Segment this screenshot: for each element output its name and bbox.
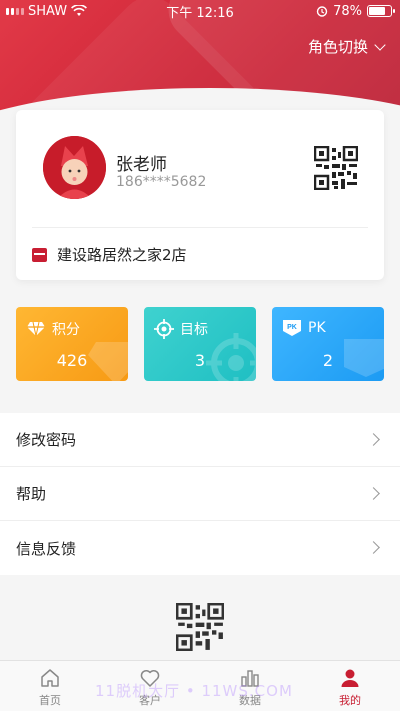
menu-item-change-password[interactable]: 修改密码 xyxy=(0,413,400,467)
bar-chart-icon xyxy=(241,670,259,687)
pk-card[interactable]: PK PK 2 xyxy=(272,307,384,381)
alarm-icon xyxy=(316,6,328,17)
tab-label: 我的 xyxy=(339,694,361,707)
goal-value: 3 xyxy=(194,351,206,370)
points-label: 积分 xyxy=(52,322,80,338)
menu-item-label: 修改密码 xyxy=(16,431,77,449)
tab-label: 客户 xyxy=(139,694,161,707)
svg-text:PK: PK xyxy=(287,324,297,331)
pk-icon: PK xyxy=(283,320,301,336)
tab-home[interactable]: 首页 xyxy=(0,661,100,711)
tab-mine[interactable]: 我的 xyxy=(300,661,400,711)
qr-code-icon[interactable] xyxy=(314,146,358,190)
store-name: 建设路居然之家2店 xyxy=(57,246,187,264)
role-switch-button[interactable]: 角色切换 xyxy=(307,36,386,57)
battery-percent: 78% xyxy=(333,3,362,19)
points-value: 426 xyxy=(56,351,88,370)
tab-label: 数据 xyxy=(239,694,261,707)
goal-label: 目标 xyxy=(180,322,208,338)
store-info: 建设路居然之家2店 xyxy=(32,244,187,265)
chevron-right-icon xyxy=(367,433,380,446)
qr-code-icon[interactable] xyxy=(176,603,224,651)
tab-bar: 首页 客户 数据 我的 xyxy=(0,660,400,711)
pk-label: PK xyxy=(308,320,326,336)
avatar[interactable] xyxy=(43,136,106,199)
tab-label: 首页 xyxy=(39,694,61,707)
menu-item-label: 帮助 xyxy=(16,485,47,503)
profile-card: 张老师 186****5682 建设路居然之家2店 xyxy=(16,110,384,280)
chevron-down-icon xyxy=(374,38,386,51)
home-icon xyxy=(41,669,59,687)
tab-customers[interactable]: 客户 xyxy=(100,661,200,711)
heart-icon xyxy=(140,670,160,687)
menu-item-label: 信息反馈 xyxy=(16,539,77,558)
points-card[interactable]: 积分 426 xyxy=(16,307,128,381)
avatar-illustration xyxy=(43,136,106,199)
chevron-right-icon xyxy=(367,541,380,554)
user-phone: 186****5682 xyxy=(116,174,207,190)
battery-icon xyxy=(367,5,395,17)
card-divider xyxy=(32,227,368,228)
goal-card[interactable]: 目标 3 xyxy=(144,307,256,381)
tab-data[interactable]: 数据 xyxy=(200,661,300,711)
menu-item-feedback[interactable]: 信息反馈 xyxy=(0,521,400,575)
store-icon xyxy=(32,247,47,262)
settings-menu: 修改密码 帮助 信息反馈 xyxy=(0,413,400,575)
chevron-right-icon xyxy=(367,487,380,500)
user-icon xyxy=(341,669,359,687)
status-bar: SHAW 下午 12:16 78% xyxy=(0,0,400,22)
diamond-icon xyxy=(27,321,45,337)
menu-item-help[interactable]: 帮助 xyxy=(0,467,400,521)
role-switch-label: 角色切换 xyxy=(307,38,368,56)
target-icon xyxy=(154,319,174,339)
user-name: 张老师 xyxy=(116,155,167,175)
pk-value: 2 xyxy=(322,351,334,370)
